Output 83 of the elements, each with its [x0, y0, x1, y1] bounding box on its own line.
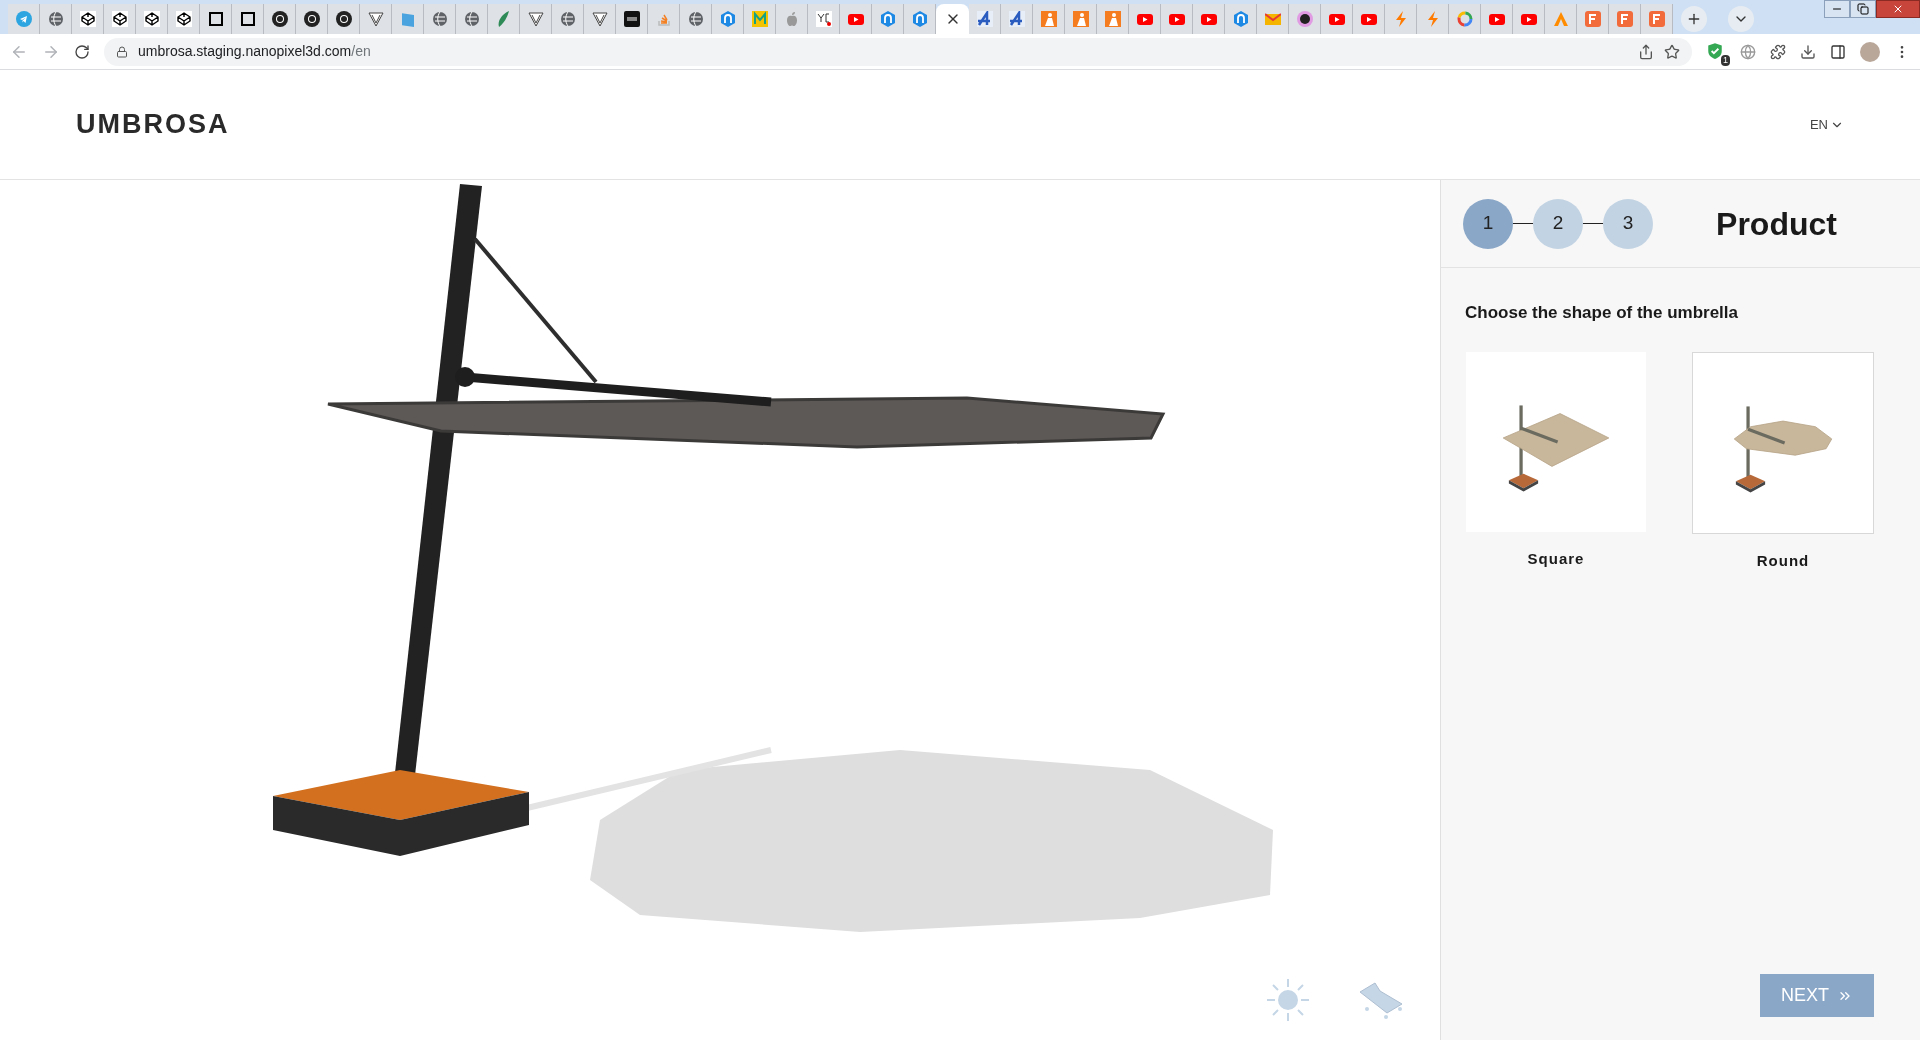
browser-tab[interactable]	[136, 4, 168, 34]
restore-button[interactable]	[1850, 0, 1876, 18]
share-icon[interactable]	[1638, 43, 1654, 60]
download-icon[interactable]	[1800, 43, 1816, 60]
globe-icon	[463, 11, 480, 27]
browser-tab[interactable]	[296, 4, 328, 34]
play-icon	[847, 11, 864, 27]
square-mark-icon	[1648, 11, 1665, 27]
minimize-button[interactable]	[1824, 0, 1850, 18]
square-mark-icon	[1616, 11, 1633, 27]
dark-square-icon	[623, 11, 640, 27]
browser-tab[interactable]	[328, 4, 360, 34]
number-icon	[976, 11, 993, 27]
tab-search-button[interactable]	[1728, 6, 1754, 32]
step-indicator[interactable]: 2	[1533, 198, 1583, 249]
language-selector[interactable]: EN	[1809, 114, 1844, 135]
browser-tab[interactable]	[72, 4, 104, 34]
globe-icon	[559, 11, 576, 27]
play-icon	[1488, 11, 1505, 27]
cube-outline-icon	[79, 11, 96, 27]
step-indicator[interactable]: 1	[1463, 198, 1513, 249]
extension-badge: 1	[1721, 54, 1730, 66]
triangle-icon	[367, 11, 384, 27]
globe-icon	[47, 11, 64, 27]
cube-icon	[399, 11, 416, 27]
browser-tab[interactable]	[104, 4, 136, 34]
shield-check-icon[interactable]	[1706, 41, 1724, 60]
play-icon	[1360, 11, 1377, 27]
play-icon	[1520, 11, 1537, 27]
globe-icon	[687, 11, 704, 27]
triangle-icon	[591, 11, 608, 27]
multicolor-ring-icon	[1456, 11, 1473, 27]
side-panel-icon[interactable]	[1830, 43, 1846, 60]
step-title: Product	[1715, 204, 1838, 244]
play-icon	[1168, 11, 1185, 27]
envelope-icon	[1264, 11, 1281, 27]
square-icon	[239, 11, 256, 27]
triangle-mark-icon	[1552, 11, 1569, 27]
letters-icon	[815, 11, 832, 27]
browser-tab[interactable]	[264, 4, 296, 34]
shape-label: Round	[1756, 550, 1810, 571]
profile-avatar[interactable]	[1860, 41, 1880, 62]
browser-tab[interactable]	[168, 4, 200, 34]
close-icon	[1892, 3, 1904, 15]
cube-outline-icon	[175, 11, 192, 27]
number-icon	[1008, 11, 1025, 27]
play-icon	[1328, 11, 1345, 27]
url-text: umbrosa.staging.nanopixel3d.com/en	[138, 42, 371, 61]
cube-outline-icon	[111, 11, 128, 27]
globe-icon	[431, 11, 448, 27]
square-icon	[207, 11, 224, 27]
reload-icon[interactable]	[74, 43, 90, 60]
puzzle-icon[interactable]	[1770, 43, 1786, 60]
paper-plane-icon	[15, 11, 32, 27]
globe-icon[interactable]	[1740, 43, 1756, 60]
hexagon-icon	[1232, 11, 1249, 27]
triangle-icon	[527, 11, 544, 27]
play-icon	[1136, 11, 1153, 27]
hexagon-icon	[719, 11, 736, 27]
restore-icon	[1857, 3, 1869, 15]
figure-icon	[1040, 11, 1057, 27]
plus-icon	[1686, 11, 1702, 27]
browser-tab[interactable]	[232, 4, 264, 34]
address-field[interactable]: umbrosa.staging.nanopixel3d.com/en	[104, 37, 1692, 66]
new-tab-button[interactable]	[1681, 6, 1707, 32]
play-icon	[1200, 11, 1217, 27]
hexagon-icon	[879, 11, 896, 27]
cube-outline-icon	[143, 11, 160, 27]
square-mark-icon	[1584, 11, 1601, 27]
shape-question: Choose the shape of the umbrella	[1464, 302, 1739, 324]
lock-icon	[116, 45, 128, 58]
browser-tab[interactable]	[200, 4, 232, 34]
brand-logo[interactable]: UMBROSA	[76, 104, 230, 145]
browser-tab[interactable]	[616, 4, 648, 34]
bookmark-star-icon[interactable]	[1664, 43, 1680, 60]
hexagon-icon	[911, 11, 928, 27]
step-indicator[interactable]: 3	[1603, 198, 1653, 249]
shape-label: Square	[1527, 548, 1585, 569]
close-button[interactable]	[1876, 0, 1920, 18]
figure-icon	[1104, 11, 1121, 27]
figure-icon	[1072, 11, 1089, 27]
browser-tab[interactable]	[1289, 4, 1321, 34]
shape-option-card[interactable]	[1692, 351, 1874, 534]
